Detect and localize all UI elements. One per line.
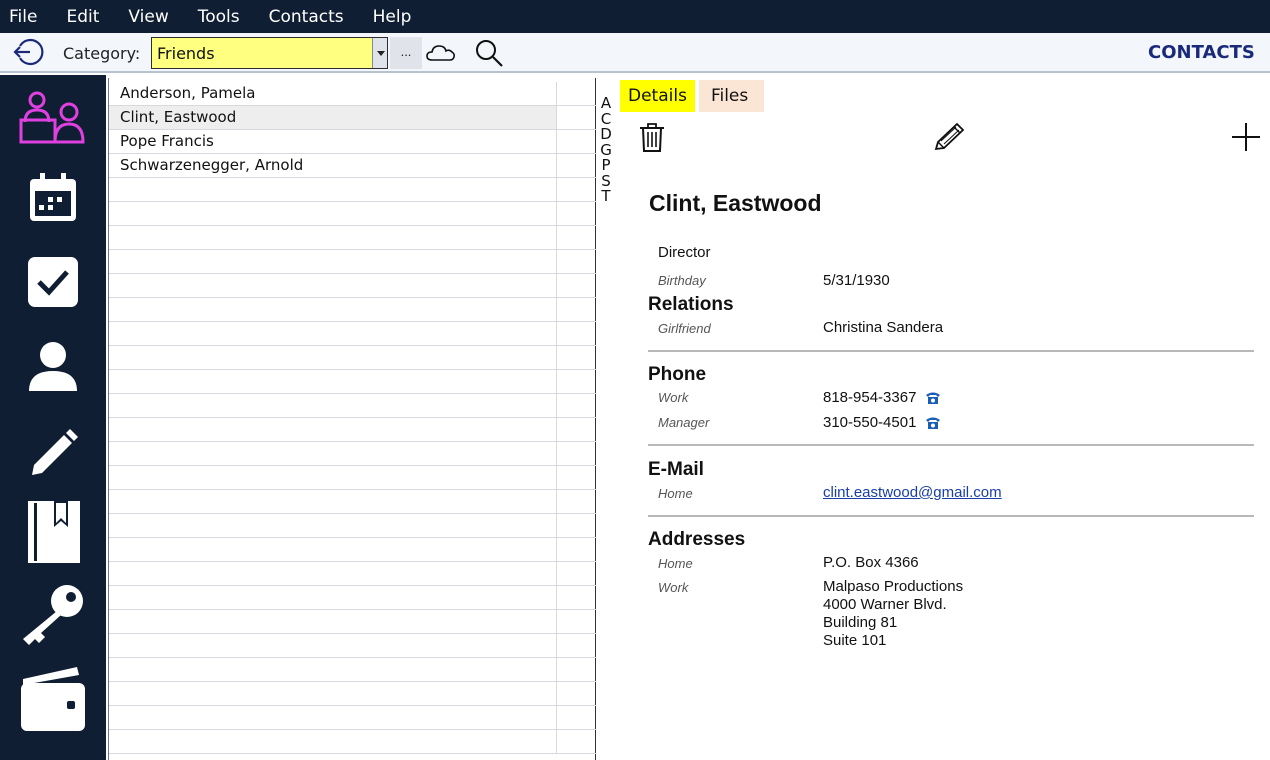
- list-row-empty: [109, 394, 596, 418]
- list-row-empty: [109, 226, 596, 250]
- bookmark-book-icon[interactable]: [0, 493, 106, 571]
- phone-heading: Phone: [648, 364, 707, 385]
- wallet-icon[interactable]: [0, 659, 106, 737]
- email-heading: E-Mail: [648, 459, 704, 480]
- phone-manager-label: Manager: [658, 415, 710, 430]
- category-label: Category:: [63, 44, 141, 63]
- list-row-empty: [109, 610, 596, 634]
- birthday-value: 5/31/1930: [823, 272, 890, 289]
- list-row-empty: [109, 466, 596, 490]
- menu-edit[interactable]: Edit: [66, 7, 99, 27]
- list-row-empty: [109, 298, 596, 322]
- relation-value: Christina Sandera: [823, 319, 944, 336]
- list-row-empty: [109, 682, 596, 706]
- contact-icon[interactable]: [0, 327, 106, 405]
- relation-label: Girlfriend: [658, 321, 711, 336]
- left-nav: [0, 75, 106, 760]
- divider: [648, 350, 1254, 352]
- menu-file[interactable]: File: [9, 7, 37, 27]
- list-row-empty: [109, 538, 596, 562]
- menu-help[interactable]: Help: [373, 7, 412, 27]
- contact-name: Clint, Eastwood: [649, 190, 822, 216]
- menu-bar: File Edit View Tools Contacts Help: [0, 0, 1270, 33]
- list-row-empty: [109, 514, 596, 538]
- phone-work-label: Work: [658, 390, 689, 405]
- list-item[interactable]: Anderson, Pamela: [109, 82, 596, 106]
- list-row-empty: [109, 418, 596, 442]
- list-row-empty: [109, 202, 596, 226]
- menu-contacts[interactable]: Contacts: [269, 7, 344, 27]
- list-row-empty: [109, 370, 596, 394]
- list-item[interactable]: Clint, Eastwood: [109, 106, 596, 130]
- list-row-empty: [109, 490, 596, 514]
- address-home-value: P.O. Box 4366: [823, 554, 919, 571]
- phone-manager-value: 310-550-4501: [823, 414, 941, 431]
- tab-files[interactable]: Files: [698, 80, 765, 112]
- list-row-empty: [109, 274, 596, 298]
- list-row-empty: [109, 562, 596, 586]
- list-row-empty: [109, 586, 596, 610]
- list-row-empty: [109, 250, 596, 274]
- phone-work-number[interactable]: 818-954-3367: [823, 389, 916, 406]
- list-row-empty: [109, 322, 596, 346]
- divider: [648, 444, 1254, 446]
- category-select[interactable]: Friends: [151, 37, 388, 69]
- addresses-heading: Addresses: [648, 529, 746, 550]
- more-button[interactable]: ...: [390, 37, 422, 69]
- detail-tabs: Details Files: [620, 80, 765, 112]
- list-row-empty: [109, 706, 596, 730]
- list-row-empty: [109, 634, 596, 658]
- alphabet-index: A C D G P S T: [597, 95, 615, 205]
- trash-icon[interactable]: [638, 121, 666, 153]
- category-value: Friends: [157, 44, 215, 63]
- back-icon[interactable]: [12, 38, 44, 66]
- address-line: Suite 101: [823, 632, 887, 649]
- list-row-empty: [109, 346, 596, 370]
- notes-icon[interactable]: [0, 409, 106, 487]
- email-link[interactable]: clint.eastwood@gmail.com: [823, 484, 1002, 501]
- address-line: Building 81: [823, 614, 898, 631]
- search-icon[interactable]: [473, 37, 505, 69]
- contact-job-title: Director: [658, 244, 711, 261]
- address-work-label: Work: [658, 580, 689, 595]
- tasks-icon[interactable]: [0, 243, 106, 321]
- list-row-empty: [109, 730, 596, 754]
- birthday-label: Birthday: [658, 273, 706, 288]
- cloud-icon[interactable]: [425, 41, 457, 65]
- tab-details[interactable]: Details: [620, 80, 695, 112]
- list-row-empty: [109, 178, 596, 202]
- phone-work-value: 818-954-3367: [823, 389, 941, 406]
- relations-heading: Relations: [648, 294, 734, 315]
- contact-list: Anderson, Pamela Clint, Eastwood Pope Fr…: [108, 78, 596, 760]
- address-work-value: Malpaso Productions 4000 Warner Blvd. Bu…: [823, 578, 963, 650]
- menu-tools[interactable]: Tools: [198, 7, 240, 27]
- email-home-label: Home: [658, 486, 693, 501]
- phone-dial-icon[interactable]: [924, 416, 941, 431]
- chevron-down-icon[interactable]: [372, 38, 387, 68]
- add-icon[interactable]: [1228, 121, 1264, 153]
- address-line: Malpaso Productions: [823, 578, 964, 595]
- list-row-empty: [109, 658, 596, 682]
- reception-icon[interactable]: [0, 79, 106, 157]
- divider: [648, 515, 1254, 517]
- menu-view[interactable]: View: [128, 7, 168, 27]
- address-home-label: Home: [658, 556, 693, 571]
- app-title: CONTACTS: [1148, 42, 1255, 63]
- edit-pencil-icon[interactable]: [930, 121, 966, 153]
- toolbar: Category: Friends ... CONTACTS: [0, 33, 1270, 73]
- calendar-icon[interactable]: [0, 159, 106, 237]
- phone-dial-icon[interactable]: [924, 391, 941, 406]
- list-row-empty: [109, 442, 596, 466]
- key-icon[interactable]: [0, 575, 106, 653]
- list-item[interactable]: Schwarzenegger, Arnold: [109, 154, 596, 178]
- address-line: 4000 Warner Blvd.: [823, 596, 947, 613]
- alpha-letter-t[interactable]: T: [597, 188, 615, 205]
- list-item[interactable]: Pope Francis: [109, 130, 596, 154]
- phone-manager-number[interactable]: 310-550-4501: [823, 414, 916, 431]
